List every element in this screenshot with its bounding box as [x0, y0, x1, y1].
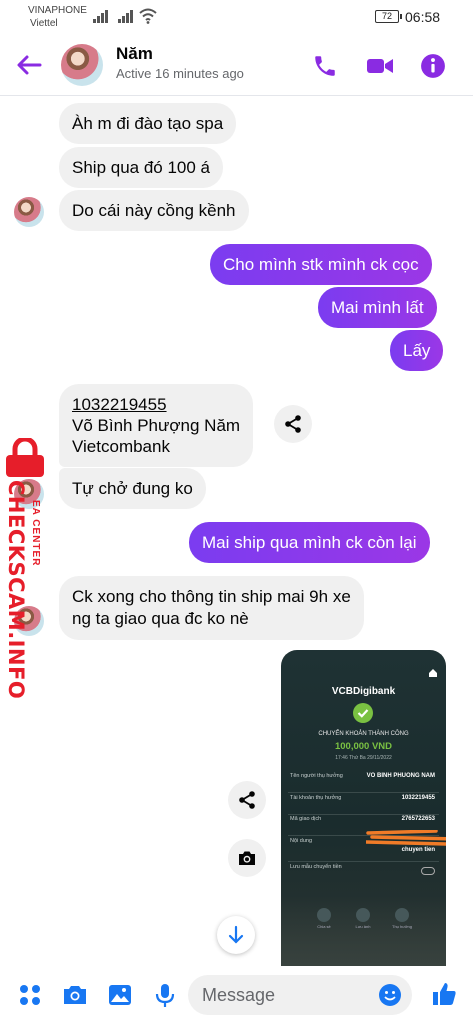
success-check-icon [353, 703, 373, 723]
receipt-row-label: Nội dung [290, 838, 313, 844]
microphone-icon[interactable] [152, 982, 178, 1008]
message-line: ng ta giao qua đc ko nè [72, 609, 249, 628]
clock: 06:58 [405, 9, 441, 25]
message-input[interactable]: Message [188, 975, 412, 1015]
message-incoming-multiline[interactable]: Ck xong cho thông tin ship mai 9h xe ng … [59, 576, 364, 640]
message-composer: Message [0, 966, 473, 1024]
receipt-row: Tài khoản thụ hưởng 1032219455 [288, 795, 439, 815]
receipt-row-label: Lưu mẫu chuyển tiền [290, 864, 342, 870]
receipt-row-label: Tên người thụ hưởng [290, 773, 343, 779]
receipt-status: CHUYỂN KHOẢN THÀNH CÔNG [318, 731, 409, 737]
watermark: CHECKSCAM.INFO EA CENTER [4, 480, 41, 699]
redaction-scribble [366, 830, 446, 846]
beneficiary-icon [395, 908, 409, 922]
back-arrow-icon[interactable] [14, 52, 44, 78]
bank-logo: VCBDigibank [331, 686, 396, 697]
receipt-row-value: 1032219455 [401, 795, 435, 801]
receipt-action: Lưu ảnh [353, 908, 373, 929]
account-name: Võ Bình Phượng Năm [72, 416, 241, 435]
message-line: Ck xong cho thông tin ship mai 9h xe [72, 587, 351, 606]
message-incoming-account[interactable]: 1032219455 Võ Bình Phượng Năm Vietcomban… [59, 384, 254, 467]
gallery-icon[interactable] [107, 982, 133, 1008]
message-outgoing[interactable]: Mai mình lất [318, 287, 437, 328]
share-button[interactable] [274, 405, 312, 443]
receipt-amount: 100,000 VND [334, 741, 393, 752]
signal-icon [118, 9, 136, 23]
receipt-action: Thụ hưởng [392, 908, 412, 929]
menu-dots-icon[interactable] [17, 982, 43, 1008]
phone-icon[interactable] [312, 53, 338, 79]
info-icon[interactable] [420, 53, 446, 79]
message-incoming[interactable]: Do cái này cồng kềnh [59, 190, 249, 231]
share-button[interactable] [228, 781, 266, 819]
transfer-receipt-image[interactable]: VCBDigibank CHUYỂN KHOẢN THÀNH CÔNG 100,… [281, 650, 446, 966]
scroll-to-bottom-button[interactable] [217, 916, 255, 954]
contact-name[interactable]: Năm [116, 44, 153, 64]
battery-indicator: 72 [375, 10, 402, 23]
save-template-toggle [421, 867, 435, 875]
message-incoming[interactable]: Ship qua đó 100 á [59, 147, 224, 188]
save-image-icon [356, 908, 370, 922]
message-outgoing[interactable]: Lấy [390, 330, 444, 371]
lock-watermark-icon [6, 438, 44, 477]
receipt-row: Lưu mẫu chuyển tiền [288, 864, 439, 884]
receipt-action: Chia sẻ [314, 908, 334, 929]
receipt-action-label: Thụ hưởng [392, 924, 412, 929]
thumbs-up-icon[interactable] [430, 980, 458, 1008]
contact-avatar[interactable] [61, 44, 103, 86]
message-outgoing[interactable]: Cho mình stk mình ck cọc [210, 244, 432, 285]
wifi-icon [139, 8, 157, 24]
chat-header: Năm Active 16 minutes ago [0, 36, 473, 96]
share-icon [239, 791, 255, 809]
bank-name: Vietcombank [72, 437, 170, 456]
receipt-row-label: Tài khoản thụ hưởng [290, 795, 342, 801]
message-outgoing[interactable]: Mai ship qua mình ck còn lại [189, 522, 430, 563]
carrier-primary: VINAPHONE [28, 5, 87, 16]
receipt-datetime: 17:46 Thứ Ba 29/11/2022 [335, 755, 392, 761]
account-number[interactable]: 1032219455 [72, 394, 240, 415]
share-icon [285, 415, 301, 433]
emoji-icon[interactable] [378, 983, 402, 1007]
carrier-secondary: Viettel [30, 18, 58, 29]
sender-avatar [14, 197, 44, 227]
home-icon [429, 669, 437, 677]
camera-icon [239, 851, 255, 865]
receipt-action-label: Chia sẻ [317, 924, 331, 929]
video-icon[interactable] [366, 53, 394, 79]
receipt-row-label: Mã giao dịch [290, 816, 322, 822]
arrow-down-icon [228, 925, 244, 944]
message-incoming[interactable]: Tự chở đung ko [59, 468, 206, 509]
status-bar: VINAPHONE Viettel 72 06:58 [0, 0, 473, 36]
city-background [281, 896, 446, 966]
share-icon [317, 908, 331, 922]
message-placeholder: Message [202, 985, 276, 1005]
contact-status: Active 16 minutes ago [116, 66, 244, 81]
receipt-row-value: 2765722653 [401, 816, 435, 822]
watermark-brand: CHECKSCAM.INFO [4, 480, 28, 700]
message-incoming[interactable]: Àh m đi đào tạo spa [59, 103, 237, 144]
signal-icon [93, 9, 111, 23]
watermark-sub: EA CENTER [30, 500, 41, 567]
receipt-row-value: VO BINH PHUONG NAM [366, 773, 435, 779]
receipt-action-label: Lưu ảnh [355, 924, 371, 929]
camera-icon[interactable] [62, 982, 88, 1008]
receipt-row-value: chuyen tien [401, 847, 435, 853]
receipt-row: Tên người thụ hưởng VO BINH PHUONG NAM [288, 773, 439, 793]
camera-button[interactable] [228, 839, 266, 877]
